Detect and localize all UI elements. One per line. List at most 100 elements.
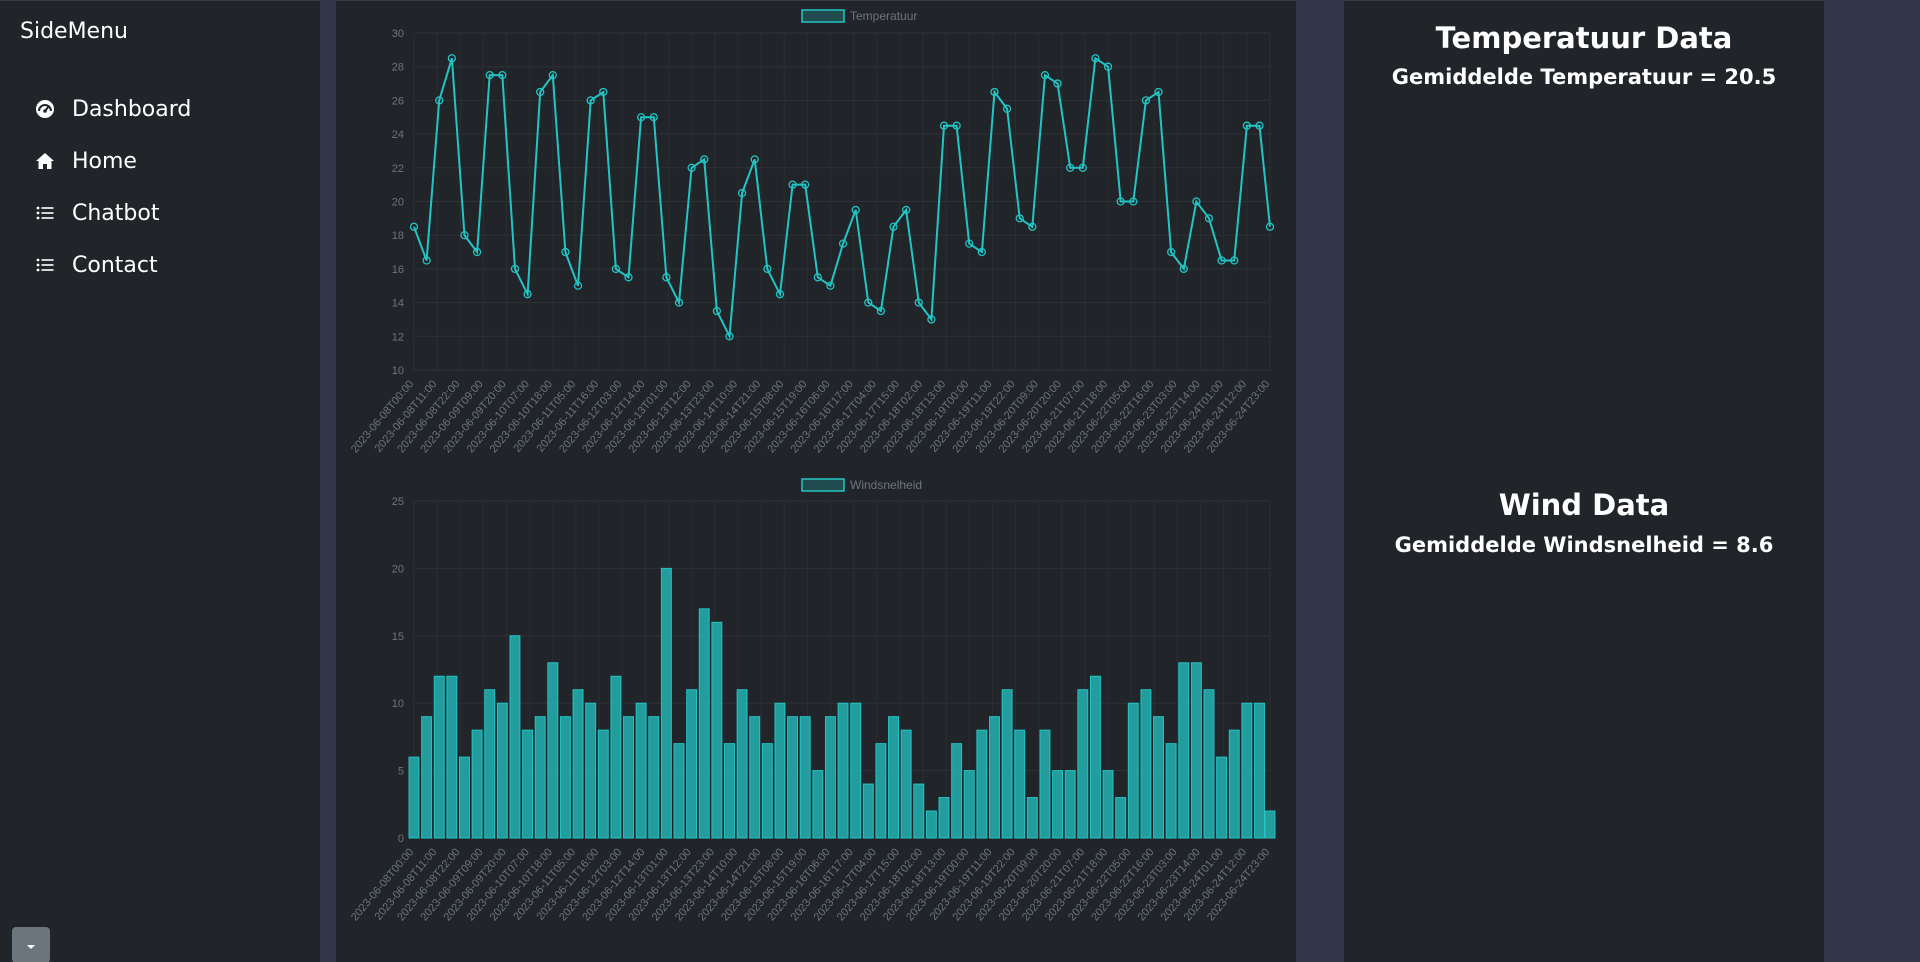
- y-tick-label: 22: [392, 163, 404, 175]
- wind-bar: [1264, 810, 1276, 839]
- wind-bar: [1153, 716, 1164, 839]
- sidebar-menu: Dashboard Home Chatbot Contact: [32, 83, 191, 291]
- wind-bar: [496, 702, 508, 839]
- wind-bar: [547, 662, 559, 839]
- wind-bar: [572, 689, 584, 839]
- wind-bar: [1077, 689, 1089, 839]
- y-tick-label: 20: [392, 197, 404, 209]
- y-tick-label: 10: [392, 698, 404, 710]
- wind-bar: [610, 675, 622, 839]
- sidebar-item-label: Chatbot: [72, 200, 160, 226]
- wind-bar: [1254, 702, 1265, 839]
- wind-bar: [711, 621, 723, 839]
- wind-bar: [875, 743, 887, 839]
- sidebar-item-dashboard[interactable]: Dashboard: [32, 83, 191, 135]
- wind-bar: [1203, 689, 1215, 839]
- wind-bar: [522, 729, 534, 839]
- wind-bar: [1216, 756, 1228, 839]
- caret-down-icon: [25, 936, 37, 955]
- wind-bar: [938, 797, 950, 839]
- wind-bar: [799, 716, 811, 839]
- y-tick-label: 16: [392, 264, 404, 276]
- y-tick-label: 30: [392, 28, 404, 40]
- wind-bar: [635, 702, 647, 839]
- wind-bar: [1039, 729, 1051, 839]
- sidebar-item-label: Dashboard: [72, 96, 192, 122]
- wind-bar: [534, 716, 546, 839]
- sidebar-item-contact[interactable]: Contact: [32, 239, 191, 291]
- y-tick-label: 18: [392, 230, 404, 242]
- wind-bar: [862, 783, 874, 839]
- y-tick-label: 24: [392, 129, 404, 141]
- legend-swatch: [801, 478, 845, 492]
- wind-bar: [837, 702, 849, 839]
- wind-bar: [824, 716, 836, 839]
- wind-bar: [1241, 702, 1253, 839]
- wind-bar: [925, 810, 937, 839]
- wind-bar: [484, 689, 496, 839]
- legend-label: Temperatuur: [850, 9, 917, 23]
- wind-title: Wind Data: [1498, 488, 1670, 522]
- wind-bar: [1089, 675, 1101, 839]
- house-icon: [32, 148, 58, 174]
- y-tick-label: 0: [398, 833, 404, 845]
- list-icon: [32, 252, 58, 278]
- wind-bar: [812, 770, 824, 839]
- y-tick-label: 28: [392, 62, 404, 74]
- sidebar-brand: SideMenu: [20, 19, 128, 44]
- sidebar-item-home[interactable]: Home: [32, 135, 191, 187]
- wind-bar: [1190, 662, 1202, 839]
- collapse-button[interactable]: [12, 927, 50, 962]
- sidebar-item-chatbot[interactable]: Chatbot: [32, 187, 191, 239]
- wind-bar: [1140, 689, 1152, 839]
- wind-bar: [509, 635, 521, 839]
- charts-panel: 10 12 14 16 18 20 22 24 26 28 30 2023-06-08T00:00 20…: [336, 0, 1296, 962]
- temperature-title: Temperatuur Data: [1435, 21, 1733, 55]
- sidebar-item-label: Home: [72, 148, 137, 174]
- wind-bar: [736, 689, 748, 839]
- temperature-chart: 10121416182022242628302023-06-08T00:0020…: [349, 9, 1275, 455]
- wind-bar: [698, 608, 710, 839]
- wind-bar: [963, 770, 975, 839]
- wind-bar: [951, 743, 963, 839]
- legend-label: Windsnelheid: [850, 478, 922, 492]
- wind-bar: [1115, 797, 1127, 839]
- wind-bar: [660, 567, 672, 839]
- wind-bar: [1014, 729, 1026, 839]
- y-tick-label: 10: [392, 365, 404, 377]
- wind-bar: [850, 702, 862, 839]
- wind-chart: 05101520252023-06-08T00:002023-06-08T11:…: [349, 478, 1276, 923]
- speedometer-icon: [32, 96, 58, 122]
- wind-bar: [686, 689, 698, 839]
- wind-bar: [408, 756, 420, 839]
- wind-bar: [1026, 797, 1038, 839]
- y-tick-label: 5: [398, 766, 404, 778]
- wind-bar: [559, 716, 571, 839]
- stats-panel: Temperatuur Data Gemiddelde Temperatuur …: [1344, 0, 1824, 962]
- y-tick-label: 26: [392, 95, 404, 107]
- wind-bar: [585, 702, 597, 839]
- wind-bar: [1165, 743, 1177, 839]
- wind-bar: [774, 702, 786, 839]
- wind-bar: [648, 716, 660, 839]
- wind-bar: [446, 675, 458, 839]
- y-tick-label: 14: [392, 298, 404, 310]
- y-tick-label: 15: [392, 631, 404, 643]
- y-tick-label: 25: [392, 496, 404, 508]
- wind-bar: [761, 743, 773, 839]
- legend-swatch: [801, 9, 845, 23]
- wind-bar: [1127, 702, 1139, 839]
- wind-bar: [1052, 770, 1064, 839]
- wind-bar: [724, 743, 735, 839]
- wind-bar: [421, 716, 433, 839]
- wind-bar: [459, 756, 470, 839]
- wind-bar: [1001, 689, 1013, 839]
- sidebar: SideMenu Dashboard Home Chatbot Contact: [0, 0, 320, 962]
- wind-bar: [989, 716, 1000, 839]
- wind-bar: [1064, 770, 1076, 839]
- wind-bar: [673, 743, 685, 839]
- wind-bar: [787, 716, 799, 839]
- wind-bar: [1178, 662, 1190, 839]
- y-tick-label: 20: [392, 563, 404, 575]
- wind-bar: [433, 675, 445, 839]
